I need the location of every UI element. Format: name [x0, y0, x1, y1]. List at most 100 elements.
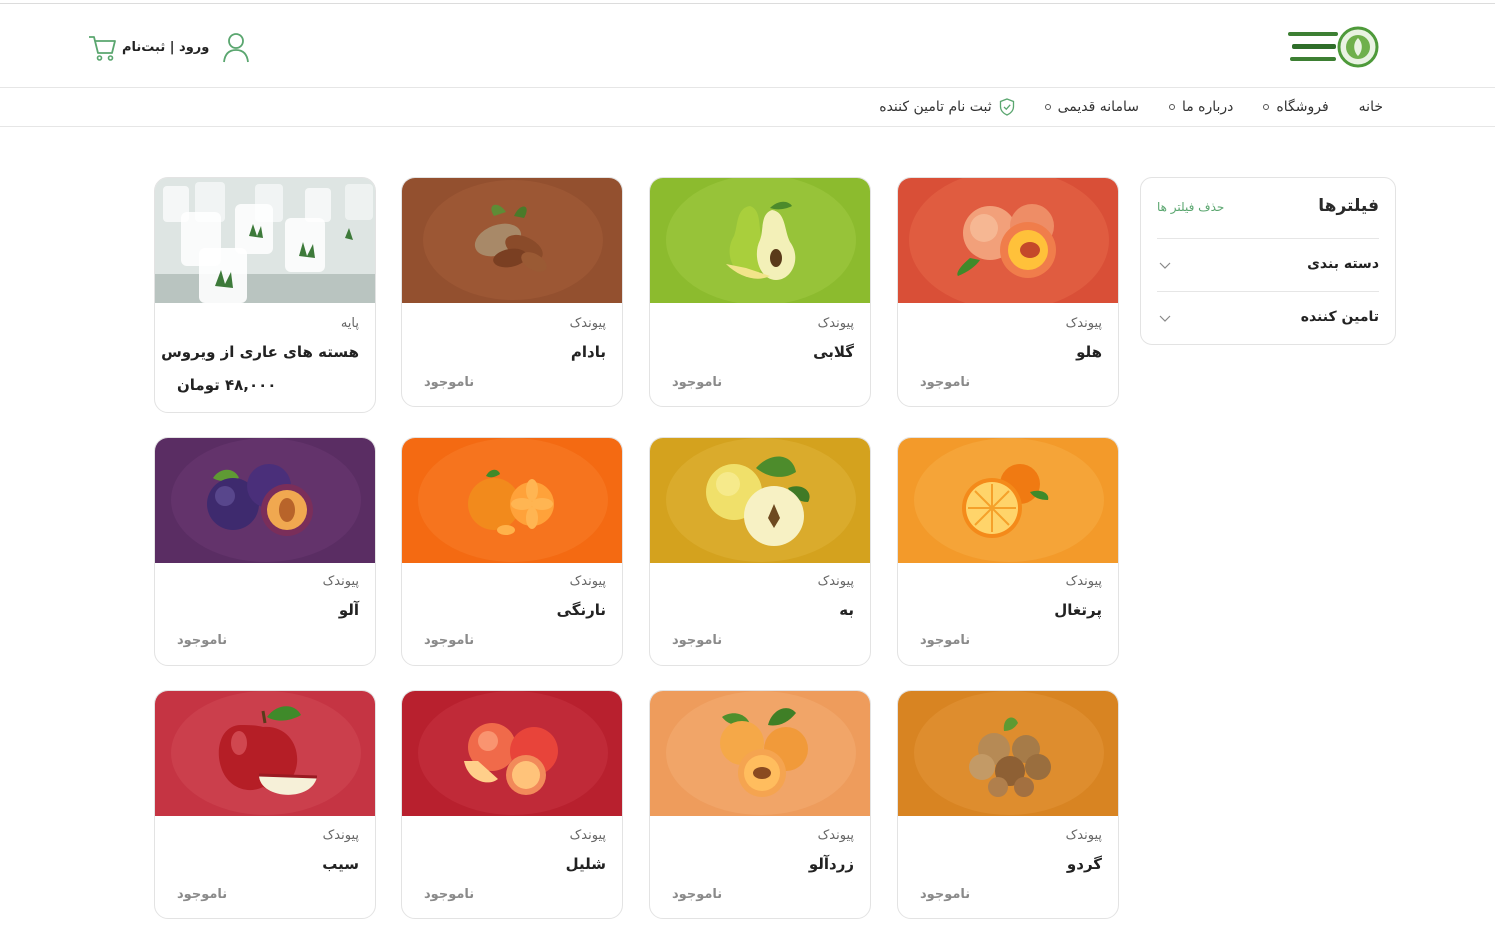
- product-image: [155, 691, 375, 816]
- product-category: پیوندک: [817, 574, 854, 589]
- product-name[interactable]: نارنگی: [557, 601, 606, 619]
- product-name[interactable]: سیب: [322, 855, 359, 873]
- orange-icon: [898, 438, 1118, 563]
- product-status: ناموجود: [177, 887, 228, 902]
- product-card-peach[interactable]: پیوندک هلو ناموجود: [897, 177, 1119, 407]
- product-category: پیوندک: [817, 828, 854, 843]
- product-category: پیوندک: [1065, 316, 1102, 331]
- product-name[interactable]: پرتغال: [1054, 601, 1102, 619]
- product-name[interactable]: هلو: [1076, 343, 1102, 361]
- product-category: پیوندک: [1065, 574, 1102, 589]
- user-icon[interactable]: [221, 31, 251, 63]
- product-status: ناموجود: [424, 887, 475, 902]
- apple-icon: [155, 691, 375, 816]
- product-image: [898, 691, 1118, 816]
- product-card-walnut[interactable]: پیوندک گردو ناموجود: [897, 690, 1119, 919]
- site-header: ورود | ثبت‌نام: [0, 4, 1495, 88]
- chevron-down-icon: [1159, 262, 1171, 269]
- pear-icon: [650, 178, 870, 303]
- product-category: پایه: [340, 316, 359, 331]
- nav-item-shop[interactable]: فروشگاه: [1263, 99, 1329, 115]
- nav-item-label: ثبت نام تامین کننده: [879, 99, 992, 115]
- nav-list: خانه فروشگاه درباره ما سامانه قدیمی ثبت …: [879, 88, 1383, 126]
- product-image: [155, 438, 375, 563]
- nav-item-home[interactable]: خانه: [1359, 99, 1383, 115]
- product-image: [898, 438, 1118, 563]
- product-name[interactable]: آلو: [339, 601, 359, 619]
- product-status: ناموجود: [672, 633, 723, 648]
- user-area: ورود | ثبت‌نام: [86, 30, 251, 64]
- product-card-quince[interactable]: پیوندک به ناموجود: [649, 437, 871, 666]
- shield-check-icon: [999, 98, 1014, 116]
- product-card-nectarine[interactable]: پیوندک شلیل ناموجود: [401, 690, 623, 919]
- product-category: پیوندک: [569, 316, 606, 331]
- product-card-almond[interactable]: پیوندک بادام ناموجود: [401, 177, 623, 407]
- shopping-cart-icon[interactable]: [86, 31, 118, 63]
- product-status: ناموجود: [424, 375, 475, 390]
- product-image: [898, 178, 1118, 303]
- product-image: [650, 438, 870, 563]
- nectarine-icon: [402, 691, 622, 816]
- quince-icon: [650, 438, 870, 563]
- product-card-orange[interactable]: پیوندک پرتغال ناموجود: [897, 437, 1119, 666]
- product-status: ناموجود: [177, 633, 228, 648]
- nav-item-label: فروشگاه: [1276, 99, 1329, 115]
- filter-supplier[interactable]: تامین کننده: [1157, 291, 1379, 344]
- submenu-dot-icon: [1168, 104, 1175, 110]
- product-image: [650, 691, 870, 816]
- site-logo[interactable]: [1284, 24, 1380, 70]
- product-card-apple[interactable]: پیوندک سیب ناموجود: [154, 690, 376, 919]
- main-navigation: خانه فروشگاه درباره ما سامانه قدیمی ثبت …: [0, 88, 1495, 127]
- product-card-pear[interactable]: پیوندک گلابی ناموجود: [649, 177, 871, 407]
- product-category: پیوندک: [817, 316, 854, 331]
- product-image: [650, 178, 870, 303]
- product-category: پیوندک: [569, 828, 606, 843]
- product-status: ناموجود: [672, 887, 723, 902]
- walnut-icon: [898, 691, 1118, 816]
- product-category: پیوندک: [569, 574, 606, 589]
- product-image: [402, 691, 622, 816]
- product-card-virus-free-seeds[interactable]: پایه هسته های عاری از ویروس ۴۸,۰۰۰ تومان: [154, 177, 376, 413]
- product-status: ناموجود: [920, 375, 971, 390]
- product-name[interactable]: هسته های عاری از ویروس: [161, 343, 359, 361]
- filter-category[interactable]: دسته بندی: [1157, 238, 1379, 291]
- product-status: ناموجود: [424, 633, 475, 648]
- product-name[interactable]: گلابی: [813, 343, 854, 361]
- product-name[interactable]: زردآلو: [809, 855, 854, 873]
- nav-item-supplier-register[interactable]: ثبت نام تامین کننده: [879, 98, 1014, 116]
- product-status: ناموجود: [920, 633, 971, 648]
- filter-label: دسته بندی: [1307, 256, 1379, 272]
- product-image: [155, 178, 375, 303]
- product-name[interactable]: گردو: [1067, 855, 1102, 873]
- product-image: [402, 178, 622, 303]
- product-card-plum[interactable]: پیوندک آلو ناموجود: [154, 437, 376, 666]
- nav-item-label: خانه: [1358, 99, 1383, 115]
- product-name[interactable]: شلیل: [566, 855, 606, 873]
- apricot-icon: [650, 691, 870, 816]
- product-price: ۴۸,۰۰۰ تومان: [177, 376, 277, 394]
- filters-panel: فیلترها حذف فیلتر ها دسته بندی تامین کنن…: [1140, 177, 1396, 345]
- product-name[interactable]: به: [839, 601, 854, 619]
- product-category: پیوندک: [322, 828, 359, 843]
- product-status: ناموجود: [920, 887, 971, 902]
- nav-item-label: سامانه قدیمی: [1057, 99, 1139, 115]
- login-register-link[interactable]: ورود | ثبت‌نام: [122, 40, 209, 55]
- product-name[interactable]: بادام: [571, 343, 606, 361]
- nav-item-old-system[interactable]: سامانه قدیمی: [1044, 99, 1139, 115]
- logo-emblem-icon: [1288, 26, 1379, 68]
- peach-icon: [898, 178, 1118, 303]
- submenu-dot-icon: [1263, 104, 1270, 110]
- tissue-culture-jars-icon: [155, 178, 375, 303]
- product-card-apricot[interactable]: پیوندک زردآلو ناموجود: [649, 690, 871, 919]
- product-image: [402, 438, 622, 563]
- product-card-tangerine[interactable]: پیوندک نارنگی ناموجود: [401, 437, 623, 666]
- clear-filters-link[interactable]: حذف فیلتر ها: [1157, 200, 1224, 214]
- nav-item-about[interactable]: درباره ما: [1168, 99, 1233, 115]
- product-category: پیوندک: [1065, 828, 1102, 843]
- chevron-down-icon: [1159, 315, 1171, 322]
- submenu-dot-icon: [1044, 104, 1051, 110]
- product-status: ناموجود: [672, 375, 723, 390]
- plum-icon: [155, 438, 375, 563]
- tangerine-icon: [402, 438, 622, 563]
- filters-title: فیلترها: [1318, 196, 1379, 216]
